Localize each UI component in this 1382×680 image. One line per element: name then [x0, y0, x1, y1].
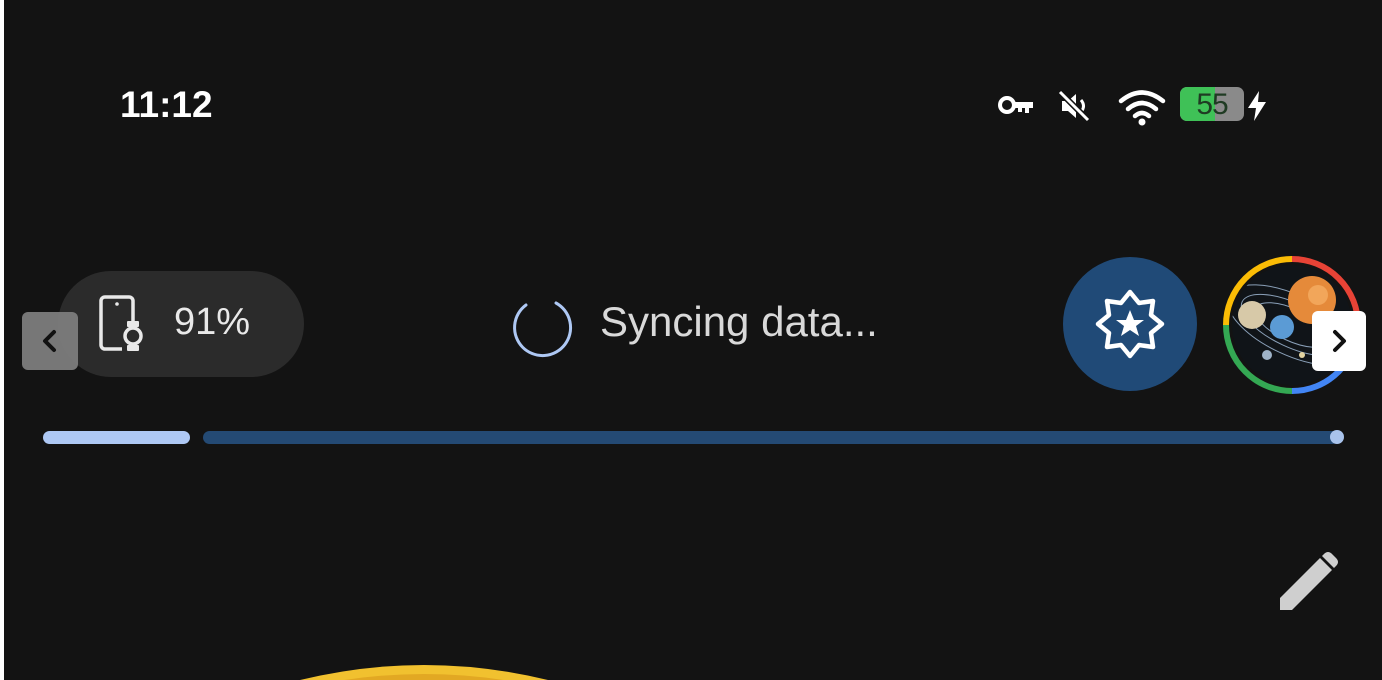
charging-icon [1248, 91, 1266, 121]
sync-status-text: Syncing data... [600, 298, 878, 345]
carousel-prev-button[interactable] [22, 312, 78, 370]
progress-end-dot [1330, 430, 1344, 444]
carousel-next-button[interactable] [1312, 311, 1366, 371]
key-icon [998, 96, 1033, 114]
chevron-right-icon [1333, 330, 1346, 352]
page-progress-indicator [43, 430, 1345, 446]
progress-segment-remaining [203, 431, 1339, 444]
star-badge-icon [1095, 289, 1165, 359]
status-time: 11:12 [120, 84, 213, 125]
watch-face-preview[interactable] [254, 650, 594, 680]
phone-watch-icon [99, 295, 144, 351]
chevron-left-icon [43, 330, 56, 352]
battery-level: 55 [1196, 88, 1228, 121]
muted-icon [1057, 89, 1091, 123]
progress-segment-active [43, 431, 190, 444]
sync-spinner-icon [513, 301, 573, 358]
battery-indicator: 55 [1180, 87, 1244, 121]
watch-battery-pill[interactable]: 91% [58, 271, 304, 377]
pencil-icon[interactable] [1272, 546, 1342, 616]
phone-screen: 11:12 55 91% Syncing data... [4, 0, 1382, 680]
battery-body: 55 [1180, 87, 1244, 121]
badge-button[interactable] [1063, 257, 1197, 391]
watch-battery-percent: 91% [174, 301, 251, 343]
wifi-icon [1118, 90, 1166, 126]
